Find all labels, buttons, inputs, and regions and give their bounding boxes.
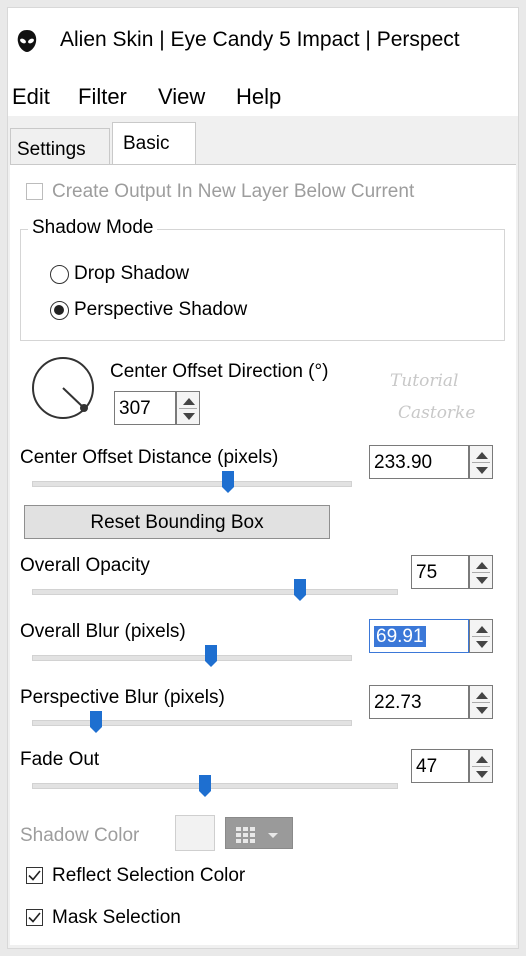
reset-bounding-box-button[interactable]: Reset Bounding Box (24, 505, 330, 539)
watermark-line2: Castorke (398, 403, 476, 423)
chevron-down-icon (268, 833, 278, 838)
fade-out-input[interactable]: 47 (411, 749, 469, 783)
center-offset-direction-label: Center Offset Direction (°) (110, 361, 329, 382)
checkmark-icon (28, 870, 41, 881)
direction-dial[interactable] (32, 357, 94, 419)
alien-head-icon (17, 30, 37, 52)
perspective-blur-label: Perspective Blur (pixels) (20, 687, 225, 708)
reflect-selection-label: Reflect Selection Color (52, 865, 246, 886)
create-output-label: Create Output In New Layer Below Current (52, 181, 415, 202)
overall-opacity-input[interactable]: 75 (411, 555, 469, 589)
perspective-blur-spinner[interactable] (469, 685, 493, 719)
overall-blur-label: Overall Blur (pixels) (20, 621, 186, 642)
overall-blur-thumb[interactable] (205, 645, 217, 672)
center-offset-direction-input[interactable]: 307 (114, 391, 176, 425)
basic-panel: Create Output In New Layer Below Current… (10, 164, 516, 945)
dial-needle-icon (62, 387, 88, 412)
center-offset-distance-thumb[interactable] (222, 471, 234, 498)
mask-selection-checkbox[interactable] (26, 909, 43, 926)
shadow-mode-legend: Shadow Mode (28, 217, 158, 239)
menu-edit[interactable]: Edit (12, 84, 50, 110)
overall-blur-spinner[interactable] (469, 619, 493, 653)
shadow-mode-group (20, 229, 505, 341)
center-offset-distance-input[interactable]: 233.90 (369, 445, 469, 479)
eye-candy-window: Alien Skin | Eye Candy 5 Impact | Perspe… (7, 7, 519, 949)
checkmark-icon (28, 912, 41, 923)
perspective-blur-input[interactable]: 22.73 (369, 685, 469, 719)
reflect-selection-checkbox[interactable] (26, 867, 43, 884)
fade-out-thumb[interactable] (199, 775, 211, 802)
center-offset-distance-label: Center Offset Distance (pixels) (20, 447, 279, 468)
overall-opacity-thumb[interactable] (294, 579, 306, 606)
overall-opacity-label: Overall Opacity (20, 555, 150, 576)
drop-shadow-radio[interactable] (50, 265, 69, 284)
window-title: Alien Skin | Eye Candy 5 Impact | Perspe… (60, 28, 460, 51)
menu-view[interactable]: View (158, 84, 205, 110)
tab-basic[interactable]: Basic (112, 122, 196, 164)
watermark-line1: Tutorial (390, 371, 459, 391)
menu-filter[interactable]: Filter (78, 84, 127, 110)
overall-blur-input[interactable]: 69.91 (369, 619, 469, 653)
overall-opacity-spinner[interactable] (469, 555, 493, 589)
create-output-checkbox[interactable] (26, 183, 43, 200)
fade-out-label: Fade Out (20, 749, 100, 770)
perspective-blur-thumb[interactable] (90, 711, 102, 738)
perspective-shadow-label: Perspective Shadow (74, 299, 248, 320)
menu-help[interactable]: Help (236, 84, 281, 110)
tab-settings[interactable]: Settings (10, 128, 110, 164)
fade-out-spinner[interactable] (469, 749, 493, 783)
perspective-blur-track[interactable] (32, 720, 352, 726)
center-offset-direction-spinner[interactable] (176, 391, 200, 425)
overall-blur-track[interactable] (32, 655, 352, 661)
shadow-color-label: Shadow Color (20, 825, 140, 846)
center-offset-distance-spinner[interactable] (469, 445, 493, 479)
perspective-shadow-radio[interactable] (50, 301, 69, 320)
tab-bar: Settings Basic (8, 120, 518, 164)
mask-selection-label: Mask Selection (52, 907, 181, 928)
center-offset-distance-track[interactable] (32, 481, 352, 487)
fade-out-track[interactable] (32, 783, 398, 789)
title-bar: Alien Skin | Eye Candy 5 Impact | Perspe… (8, 8, 518, 70)
color-palette-button[interactable] (225, 817, 293, 849)
menu-bar: Edit Filter View Help (8, 70, 518, 116)
overall-opacity-track[interactable] (32, 589, 398, 595)
shadow-color-swatch[interactable] (175, 815, 215, 851)
color-grid-icon (236, 827, 278, 843)
drop-shadow-label: Drop Shadow (74, 263, 190, 284)
